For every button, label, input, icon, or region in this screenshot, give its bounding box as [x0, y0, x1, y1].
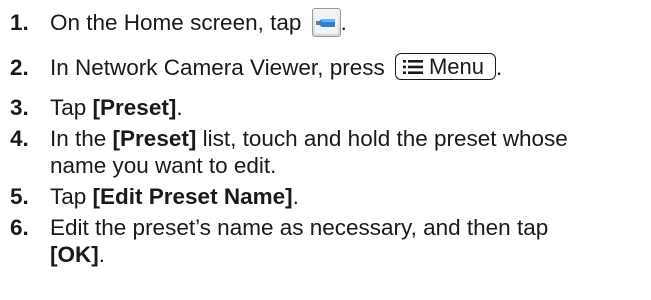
step-text-mid: list, touch and hold the preset whose	[196, 126, 568, 152]
step-2: 2. In Network Camera Viewer, press Menu …	[10, 53, 646, 83]
step-4: 4. In the [Preset] list, touch and hold …	[10, 125, 646, 179]
network-camera-viewer-app-icon	[311, 7, 341, 37]
step-text-end: .	[292, 184, 299, 210]
ui-label-preset: [Preset]	[112, 126, 197, 152]
step-number: 2.	[10, 54, 29, 80]
menu-key: Menu	[394, 53, 497, 81]
ui-label-ok: [OK]	[50, 242, 99, 268]
step-number: 6.	[10, 215, 29, 241]
ui-label-edit-preset-name: [Edit Preset Name]	[92, 184, 293, 210]
step-text: Tap	[50, 95, 93, 121]
step-text: On the Home screen, tap	[50, 10, 302, 35]
step-text: In the	[50, 126, 113, 152]
step-6: 6. Edit the preset’s name as necessary, …	[10, 214, 646, 268]
step-text-line2: name you want to edit.	[50, 153, 277, 179]
step-number: 4.	[10, 126, 29, 152]
step-text: Tap	[50, 184, 93, 210]
instruction-steps: 1. On the Home screen, tap . 2. In Netwo…	[10, 0, 646, 268]
ui-label-preset: [Preset]	[92, 95, 177, 121]
step-text-end: .	[176, 95, 183, 121]
step-text: Edit the preset’s name as necessary, and…	[50, 215, 549, 241]
menu-key-label: Menu	[428, 54, 485, 80]
step-number: 3.	[10, 95, 29, 121]
step-1: 1. On the Home screen, tap .	[10, 7, 646, 39]
step-text: In Network Camera Viewer, press	[50, 54, 385, 80]
menu-list-icon	[402, 59, 423, 74]
step-text-end: .	[496, 54, 503, 80]
step-3: 3. Tap [Preset].	[10, 94, 646, 121]
step-number: 1.	[10, 10, 29, 35]
step-number: 5.	[10, 184, 29, 210]
step-text-end: .	[340, 10, 347, 35]
step-5: 5. Tap [Edit Preset Name].	[10, 183, 646, 210]
step-text-end: .	[98, 242, 106, 268]
